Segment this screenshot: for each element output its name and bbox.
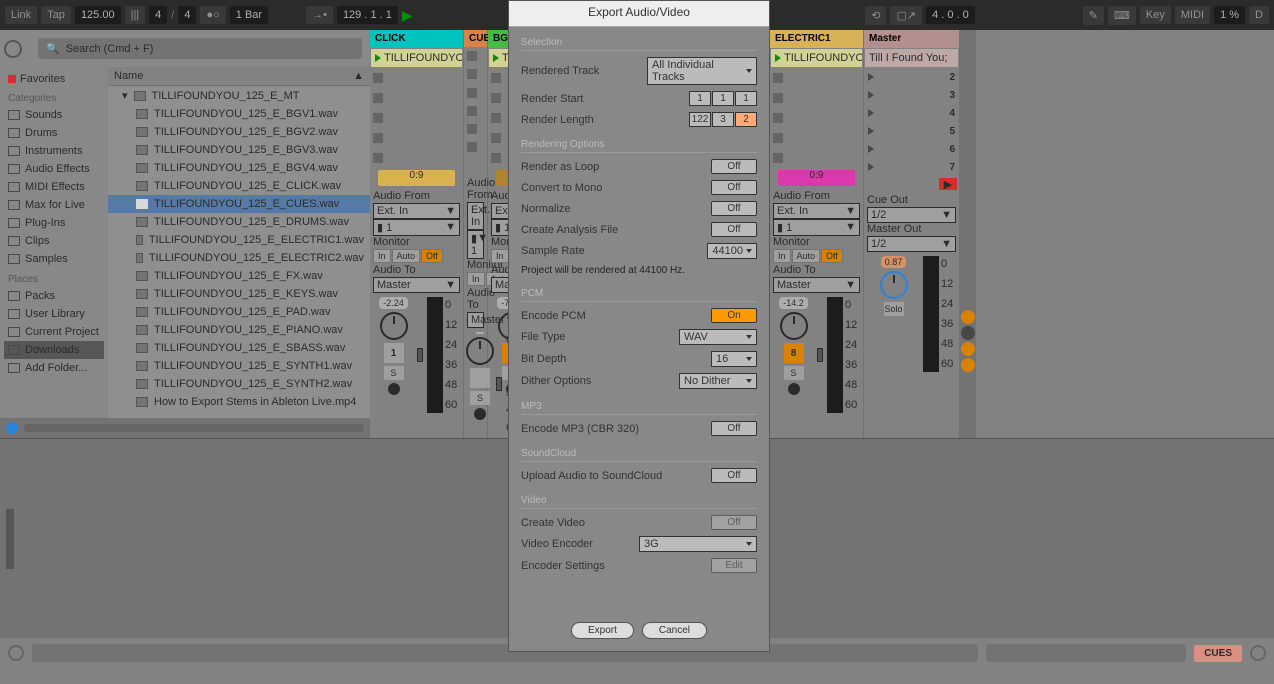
encode-mp3-label: Encode MP3 (CBR 320) (521, 423, 639, 435)
upload-sc-toggle[interactable]: Off (711, 468, 757, 483)
dialog-title: Export Audio/Video (509, 1, 769, 27)
cancel-button[interactable]: Cancel (642, 622, 707, 639)
render-start-label: Render Start (521, 93, 583, 105)
analysis-label: Create Analysis File (521, 224, 618, 236)
render-length-label: Render Length (521, 114, 594, 126)
convert-mono-label: Convert to Mono (521, 182, 602, 194)
section-mp3: MP3 (521, 401, 757, 415)
section-selection: Selection (521, 37, 757, 51)
export-button[interactable]: Export (571, 622, 634, 639)
section-rendering: Rendering Options (521, 139, 757, 153)
file-type-select[interactable]: WAV (679, 329, 757, 345)
sample-rate-label: Sample Rate (521, 245, 585, 257)
analysis-toggle[interactable]: Off (711, 222, 757, 237)
render-loop-label: Render as Loop (521, 161, 599, 173)
section-pcm: PCM (521, 288, 757, 302)
encode-mp3-toggle[interactable]: Off (711, 421, 757, 436)
normalize-toggle[interactable]: Off (711, 201, 757, 216)
create-video-label: Create Video (521, 517, 585, 529)
render-length-field[interactable]: 12232 (689, 112, 757, 127)
dither-label: Dither Options (521, 375, 591, 387)
dither-select[interactable]: No Dither (679, 373, 757, 389)
render-loop-toggle[interactable]: Off (711, 159, 757, 174)
create-video-toggle[interactable]: Off (711, 515, 757, 530)
enc-settings-label: Encoder Settings (521, 560, 605, 572)
normalize-label: Normalize (521, 203, 571, 215)
render-start-field[interactable]: 111 (689, 91, 757, 106)
section-soundcloud: SoundCloud (521, 448, 757, 462)
file-type-label: File Type (521, 331, 565, 343)
export-dialog: Export Audio/Video Selection Rendered Tr… (508, 0, 770, 652)
sample-rate-select[interactable]: 44100 (707, 243, 757, 259)
rendered-track-label: Rendered Track (521, 65, 599, 77)
rendered-track-select[interactable]: All Individual Tracks (647, 57, 757, 85)
upload-sc-label: Upload Audio to SoundCloud (521, 470, 662, 482)
bit-depth-label: Bit Depth (521, 353, 566, 365)
video-enc-select[interactable]: 3G (639, 536, 757, 552)
encode-pcm-label: Encode PCM (521, 310, 586, 322)
encode-pcm-toggle[interactable]: On (711, 308, 757, 323)
bit-depth-select[interactable]: 16 (711, 351, 757, 367)
video-enc-label: Video Encoder (521, 538, 593, 550)
section-video: Video (521, 495, 757, 509)
render-note: Project will be rendered at 44100 Hz. (521, 265, 757, 276)
convert-mono-toggle[interactable]: Off (711, 180, 757, 195)
enc-settings-button[interactable]: Edit (711, 558, 757, 573)
